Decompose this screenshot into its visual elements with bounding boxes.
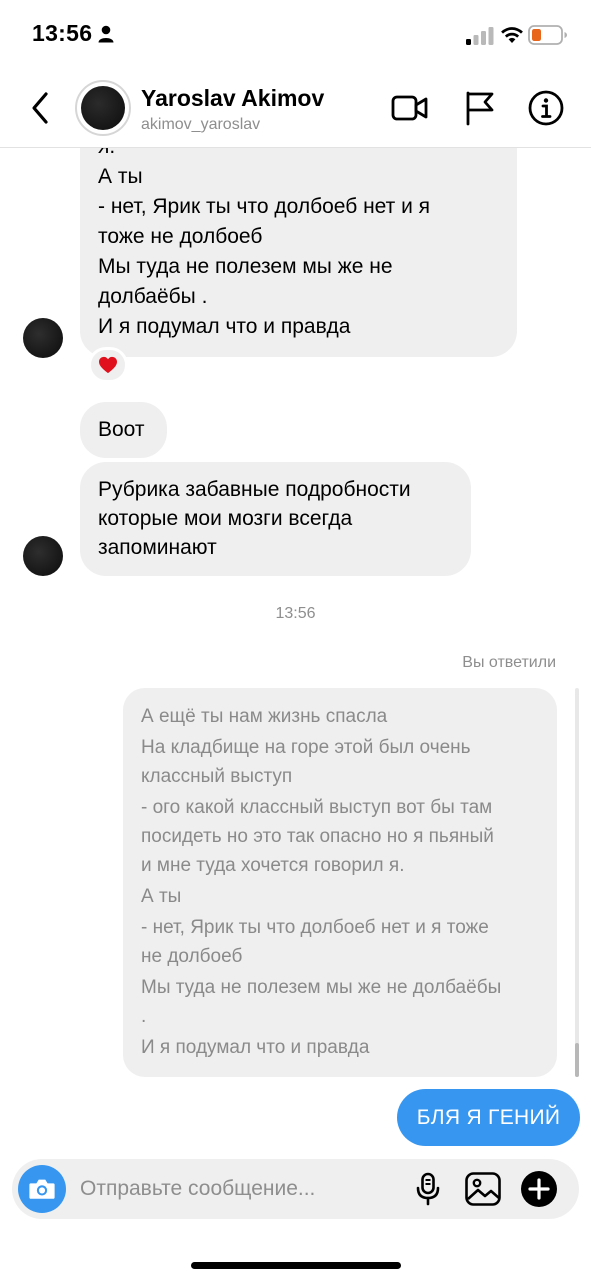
message-line: И я подумал что и правда — [98, 315, 351, 338]
quote-line: - нет, Ярик ты что долбоеб нет и я тоже — [141, 917, 489, 938]
incoming-message[interactable]: Воот — [80, 402, 167, 458]
message-line: которые мои мозги всегда — [98, 507, 353, 530]
quote-line: не долбоеб — [141, 946, 243, 967]
signal-icon — [466, 27, 494, 45]
quote-line: посидеть но это так опасно но я пьяный — [141, 826, 494, 847]
quote-line: и мне туда хочется говорил я. — [141, 855, 405, 876]
incoming-message[interactable]: Рубрика забавные подробности которые мои… — [80, 462, 471, 576]
message-line: Мы туда не полезем мы же не — [98, 255, 393, 278]
message-line: запоминают — [98, 536, 217, 559]
home-indicator[interactable] — [191, 1262, 401, 1269]
heart-reaction[interactable] — [88, 347, 128, 383]
message-timestamp: 13:56 — [275, 605, 316, 622]
person-icon — [98, 25, 114, 43]
chat-header: Yaroslav Akimov akimov_yaroslav — [0, 70, 591, 148]
quote-line: На кладбище на горе этой был очень — [141, 737, 471, 758]
message-composer — [12, 1159, 579, 1219]
plus-icon[interactable] — [519, 1169, 559, 1209]
info-icon[interactable] — [526, 88, 566, 128]
message-line: долбаёбы . — [98, 285, 208, 308]
message-input[interactable] — [80, 1173, 400, 1205]
quote-line: Мы туда не полезем мы же не долбаёбы — [141, 977, 502, 998]
quoted-reply[interactable]: А ещё ты нам жизнь спасла На кладбище на… — [123, 688, 557, 1077]
flag-icon[interactable] — [460, 88, 500, 128]
contact-avatar-image — [81, 86, 125, 130]
camera-button[interactable] — [18, 1165, 66, 1213]
wifi-icon — [501, 27, 523, 43]
message-line: А ты — [98, 165, 143, 188]
message-text: Воот — [98, 418, 145, 441]
quote-line: А ещё ты нам жизнь спасла — [141, 706, 388, 727]
message-line: тоже не долбоеб — [98, 225, 263, 248]
scrollbar-thumb[interactable] — [575, 1043, 579, 1077]
quote-line: . — [141, 1006, 147, 1027]
quote-line: И я подумал что и правда — [141, 1037, 370, 1058]
sender-avatar[interactable] — [23, 318, 63, 358]
contact-name[interactable]: Yaroslav Akimov — [141, 85, 324, 112]
battery-icon — [528, 25, 567, 45]
gallery-icon[interactable] — [463, 1169, 503, 1209]
message-line: Рубрика забавные подробности — [98, 478, 411, 501]
reply-scrollbar[interactable] — [575, 688, 579, 1077]
heart-icon — [99, 356, 117, 374]
back-chevron-icon[interactable] — [26, 90, 54, 126]
video-call-icon[interactable] — [390, 88, 430, 128]
microphone-icon[interactable] — [408, 1169, 448, 1209]
quote-line: А ты — [141, 886, 182, 907]
status-time: 13:56 — [32, 20, 93, 46]
quote-line: классный выступ — [141, 766, 293, 787]
status-bar: 13:56 — [0, 0, 591, 70]
message-line: - нет, Ярик ты что долбоеб нет и я — [98, 195, 431, 218]
replied-label: Вы ответили — [462, 654, 556, 671]
camera-icon — [29, 1179, 55, 1199]
outgoing-message[interactable]: БЛЯ Я ГЕНИЙ — [397, 1089, 580, 1146]
contact-username: akimov_yaroslav — [141, 116, 261, 133]
quote-line: - ого какой классный выступ вот бы там — [141, 797, 493, 818]
sender-avatar[interactable] — [23, 536, 63, 576]
contact-avatar[interactable] — [75, 80, 131, 136]
